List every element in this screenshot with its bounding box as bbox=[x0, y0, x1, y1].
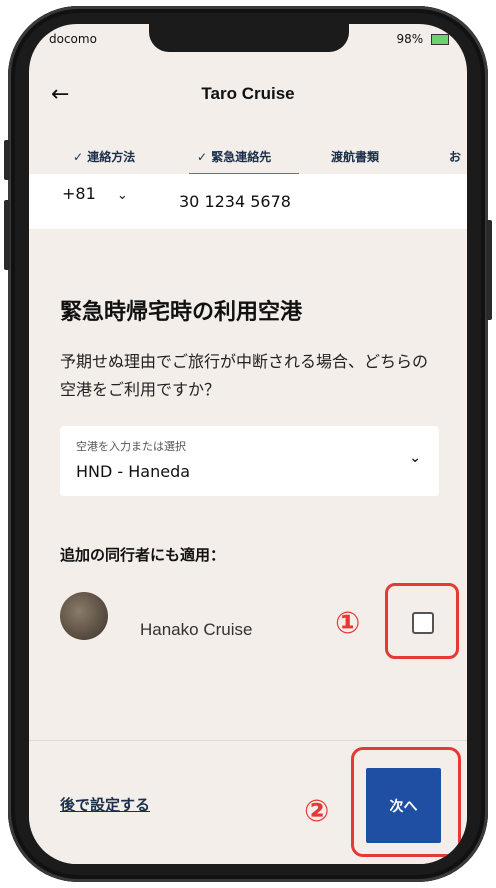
airport-select-label: 空港を入力または選択 bbox=[76, 440, 186, 453]
chevron-down-icon: ⌄ bbox=[116, 188, 128, 203]
phone-side-button bbox=[4, 200, 10, 270]
page-title: Taro Cruise bbox=[201, 84, 295, 103]
airport-select[interactable]: 空港を入力または選択 HND - Haneda ⌄ bbox=[60, 426, 439, 496]
carrier-label: docomo bbox=[49, 32, 97, 46]
airport-select-value: HND - Haneda bbox=[76, 462, 191, 481]
companion-name: Hanako Cruise bbox=[140, 620, 253, 639]
battery-icon bbox=[431, 34, 449, 45]
battery-percent: 98% bbox=[396, 32, 424, 46]
chevron-down-icon: ⌄ bbox=[409, 450, 421, 466]
tab-emergency-contact[interactable]: ✓ 緊急連絡先 bbox=[189, 148, 300, 176]
highlight-box-2 bbox=[351, 747, 461, 857]
step-tabs: ✓ 連絡方法 ✓ 緊急連絡先 渡航書類 お bbox=[29, 142, 467, 176]
highlight-box-1 bbox=[385, 583, 459, 659]
companions-title: 追加の同行者にも適用： bbox=[60, 546, 226, 564]
annotation-number-2: ② bbox=[304, 794, 330, 829]
set-later-link[interactable]: 後で設定する bbox=[60, 794, 150, 815]
phone-side-button bbox=[486, 220, 492, 320]
phone-number-input[interactable]: 30 1234 5678 bbox=[179, 192, 291, 211]
tab-travel-documents[interactable]: 渡航書類 bbox=[331, 148, 379, 165]
annotation-number-1: ① bbox=[335, 606, 361, 641]
section-description: 予期せぬ理由でご旅行が中断される場合、どちらの空港をご利用ですか？ bbox=[60, 352, 429, 399]
tab-next-partial[interactable]: お bbox=[449, 148, 461, 165]
top-bar: ← Taro Cruise bbox=[29, 76, 467, 116]
tab-contact-method[interactable]: ✓ 連絡方法 bbox=[73, 148, 135, 165]
section-title: 緊急時帰宅時の利用空港 bbox=[60, 300, 303, 325]
country-code-value: +81 bbox=[62, 184, 96, 203]
country-code-select[interactable]: +81 ⌄ bbox=[62, 184, 128, 203]
battery-indicator: 98% bbox=[396, 32, 449, 46]
avatar bbox=[60, 592, 108, 640]
app-screen: docomo 98% ← Taro Cruise ✓ 連絡方法 ✓ 緊急連絡先 … bbox=[29, 24, 467, 864]
status-bar: docomo 98% bbox=[29, 24, 467, 52]
phone-number-row: +81 ⌄ 30 1234 5678 bbox=[29, 174, 467, 229]
phone-side-button bbox=[4, 140, 10, 180]
notch bbox=[149, 24, 349, 52]
